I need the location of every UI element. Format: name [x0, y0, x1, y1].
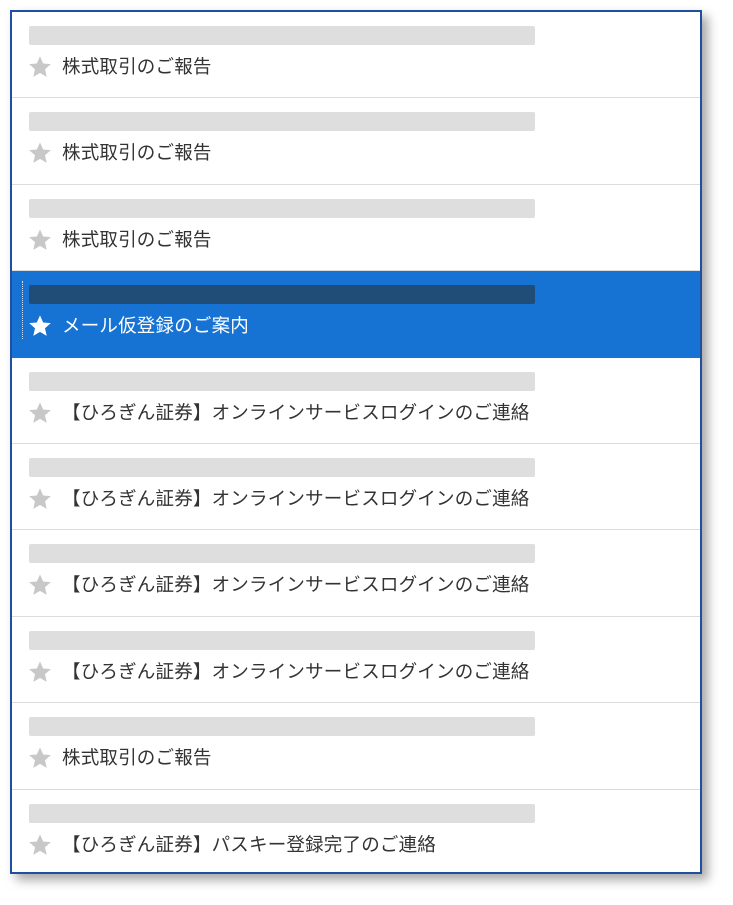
mail-row[interactable]: 【ひろぎん証券】オンラインサービスログインのご連絡: [12, 616, 700, 704]
star-icon[interactable]: [27, 313, 53, 339]
mail-row-selected[interactable]: メール仮登録のご案内: [12, 271, 700, 358]
redacted-sender: [29, 803, 535, 823]
select-checkbox[interactable]: [29, 631, 49, 650]
mail-subject: 【ひろぎん証券】パスキー登録完了のご連絡: [62, 834, 437, 856]
mail-subject: 【ひろぎん証券】オンラインサービスログインのご連絡: [62, 488, 530, 510]
star-icon[interactable]: [27, 745, 53, 771]
mail-subject: 【ひろぎん証券】オンラインサービスログインのご連絡: [62, 661, 530, 683]
mail-subject: メール仮登録のご案内: [62, 316, 250, 338]
mail-list: 株式取引のご報告 株式取引のご報告 株式取引のご報告 メール仮登録のご案内 【ひ…: [12, 12, 700, 872]
mail-subject: 株式取引のご報告: [62, 143, 212, 165]
select-checkbox[interactable]: [29, 26, 49, 45]
select-checkbox[interactable]: [29, 544, 49, 563]
mail-subject: 【ひろぎん証券】オンラインサービスログインのご連絡: [62, 575, 530, 597]
star-icon[interactable]: [27, 227, 53, 253]
mail-list-window: 株式取引のご報告 株式取引のご報告 株式取引のご報告 メール仮登録のご案内 【ひ…: [10, 10, 702, 874]
select-checkbox[interactable]: [29, 112, 49, 131]
select-checkbox[interactable]: [29, 199, 49, 218]
select-checkbox[interactable]: [29, 717, 49, 736]
mail-subject: 株式取引のご報告: [62, 229, 212, 251]
redacted-sender: [29, 630, 535, 650]
redacted-sender: [29, 26, 535, 45]
redacted-sender: [29, 371, 535, 391]
select-checkbox[interactable]: [29, 372, 49, 391]
mail-row[interactable]: 【ひろぎん証券】オンラインサービスログインのご連絡: [12, 357, 700, 444]
select-checkbox[interactable]: [29, 458, 49, 477]
focus-indicator: [22, 281, 23, 339]
redacted-sender: [29, 198, 535, 218]
redacted-sender: [29, 112, 535, 132]
mail-row[interactable]: 【ひろぎん証券】パスキー登録完了のご連絡: [12, 789, 700, 872]
redacted-sender: [29, 457, 535, 477]
star-icon[interactable]: [27, 832, 53, 858]
mail-subject: 【ひろぎん証券】オンラインサービスログインのご連絡: [62, 402, 530, 424]
redacted-sender: [29, 717, 535, 737]
redacted-sender: [29, 285, 535, 305]
mail-row[interactable]: 【ひろぎん証券】オンラインサービスログインのご連絡: [12, 443, 700, 531]
mail-subject: 株式取引のご報告: [62, 57, 212, 78]
star-icon[interactable]: [27, 486, 53, 512]
mail-row[interactable]: 株式取引のご報告: [12, 12, 700, 99]
mail-row[interactable]: 株式取引のご報告: [12, 98, 700, 185]
select-checkbox[interactable]: [29, 285, 49, 304]
mail-row[interactable]: 【ひろぎん証券】オンラインサービスログインのご連絡: [12, 530, 700, 617]
mail-row[interactable]: 株式取引のご報告: [12, 184, 700, 272]
star-icon[interactable]: [27, 140, 53, 166]
select-checkbox[interactable]: [29, 804, 49, 823]
star-icon[interactable]: [27, 54, 53, 80]
star-icon[interactable]: [27, 572, 53, 598]
redacted-sender: [29, 544, 535, 564]
mail-row[interactable]: 株式取引のご報告: [12, 703, 700, 790]
star-icon[interactable]: [27, 400, 53, 426]
mail-subject: 株式取引のご報告: [62, 748, 212, 770]
star-icon[interactable]: [27, 659, 53, 685]
